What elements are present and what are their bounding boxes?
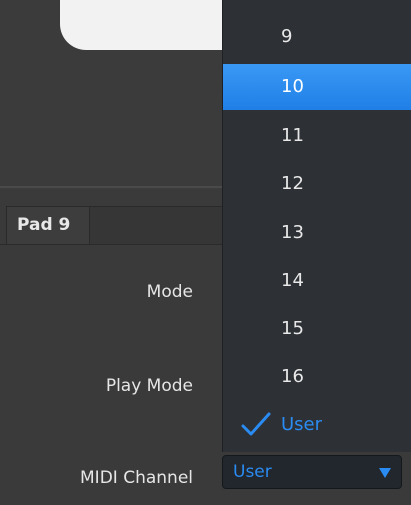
dropdown-item-10[interactable]: 10 — [223, 64, 411, 110]
play-mode-label: Play Mode — [105, 376, 193, 396]
dropdown-item-label: 10 — [281, 76, 304, 97]
dropdown-item-14[interactable]: 14 — [223, 258, 411, 304]
dropdown-item-12[interactable]: 12 — [223, 161, 411, 207]
midi-channel-value: User — [233, 462, 272, 482]
chevron-down-icon — [379, 468, 391, 478]
dropdown-item-label: 16 — [281, 366, 304, 387]
dropdown-item-15[interactable]: 15 — [223, 306, 411, 352]
midi-channel-label: MIDI Channel — [80, 468, 193, 488]
dropdown-item-9[interactable]: 9 — [223, 14, 411, 60]
dropdown-item-label: 14 — [281, 270, 304, 291]
dropdown-item-user[interactable]: User — [223, 402, 411, 448]
midi-channel-select[interactable]: User — [222, 455, 402, 489]
dropdown-item-16[interactable]: 16 — [223, 354, 411, 400]
check-icon — [241, 412, 271, 436]
dropdown-item-label: 9 — [281, 26, 293, 47]
tab-pad-9[interactable]: Pad 9 — [6, 206, 90, 244]
dropdown-item-label: 13 — [281, 222, 304, 243]
dropdown-item-13[interactable]: 13 — [223, 210, 411, 256]
mode-label: Mode — [146, 282, 193, 302]
dropdown-item-label: User — [281, 414, 323, 435]
dropdown-item-11[interactable]: 11 — [223, 113, 411, 159]
midi-channel-dropdown: 9 10 11 12 13 14 15 16 User — [222, 0, 411, 452]
dropdown-item-label: 15 — [281, 318, 304, 339]
dropdown-item-label: 11 — [281, 125, 304, 146]
dropdown-item-label: 12 — [281, 173, 304, 194]
